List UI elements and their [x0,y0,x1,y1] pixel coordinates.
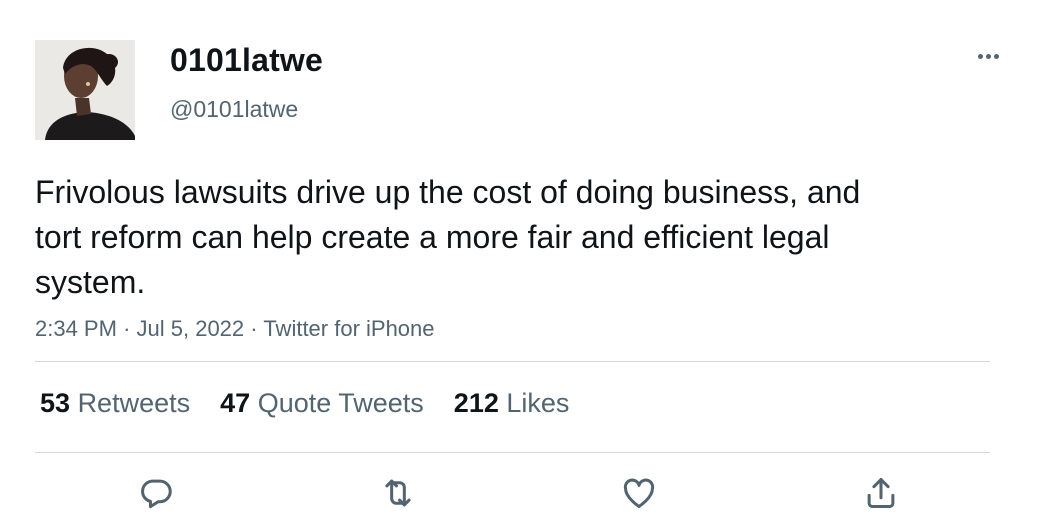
more-horizontal-icon [977,53,983,59]
likes-label: Likes [506,388,570,418]
like-button[interactable] [614,468,664,518]
more-options-button[interactable] [970,42,1006,70]
retweet-button[interactable] [373,468,423,518]
quote-tweets-count: 47 [220,388,251,418]
avatar[interactable] [35,40,135,140]
quote-tweets-stat[interactable]: 47 Quote Tweets [220,388,424,419]
heart-icon [623,478,655,508]
retweet-icon [385,479,411,507]
tweet-date: Jul 5, 2022 [136,316,245,341]
divider [35,361,990,362]
retweets-label: Retweets [77,388,191,418]
tweet-meta: 2:34 PM · Jul 5, 2022 · Twitter for iPho… [35,316,435,342]
display-name[interactable]: 0101latwe [170,42,323,79]
likes-stat[interactable]: 212 Likes [454,388,570,419]
reply-button[interactable] [131,468,181,518]
share-button[interactable] [856,468,906,518]
likes-count: 212 [453,388,499,418]
retweets-stat[interactable]: 53 Retweets [40,388,190,419]
divider [35,452,990,453]
user-handle[interactable]: @0101latwe [170,96,298,123]
tweet-source-link[interactable]: Twitter for iPhone [263,316,434,341]
meta-separator: · [123,316,131,341]
tweet-time: 2:34 PM [35,316,117,341]
share-icon [867,478,895,508]
meta-separator: · [250,316,258,341]
quote-tweets-label: Quote Tweets [257,388,424,418]
tweet-time-link[interactable]: 2:34 PM · Jul 5, 2022 [35,316,244,341]
retweets-count: 53 [40,388,71,418]
reply-icon [141,479,172,509]
more-dot [993,53,999,59]
tweet-text: Frivolous lawsuits drive up the cost of … [35,174,861,300]
tweet-stats: 53 Retweets 47 Quote Tweets 212 Likes [40,388,569,422]
avatar-image [35,40,135,140]
more-dot [985,53,991,59]
tweet-detail: 0101latwe @0101latwe Frivolous lawsuits … [0,0,1050,525]
action-bar [0,468,1050,518]
